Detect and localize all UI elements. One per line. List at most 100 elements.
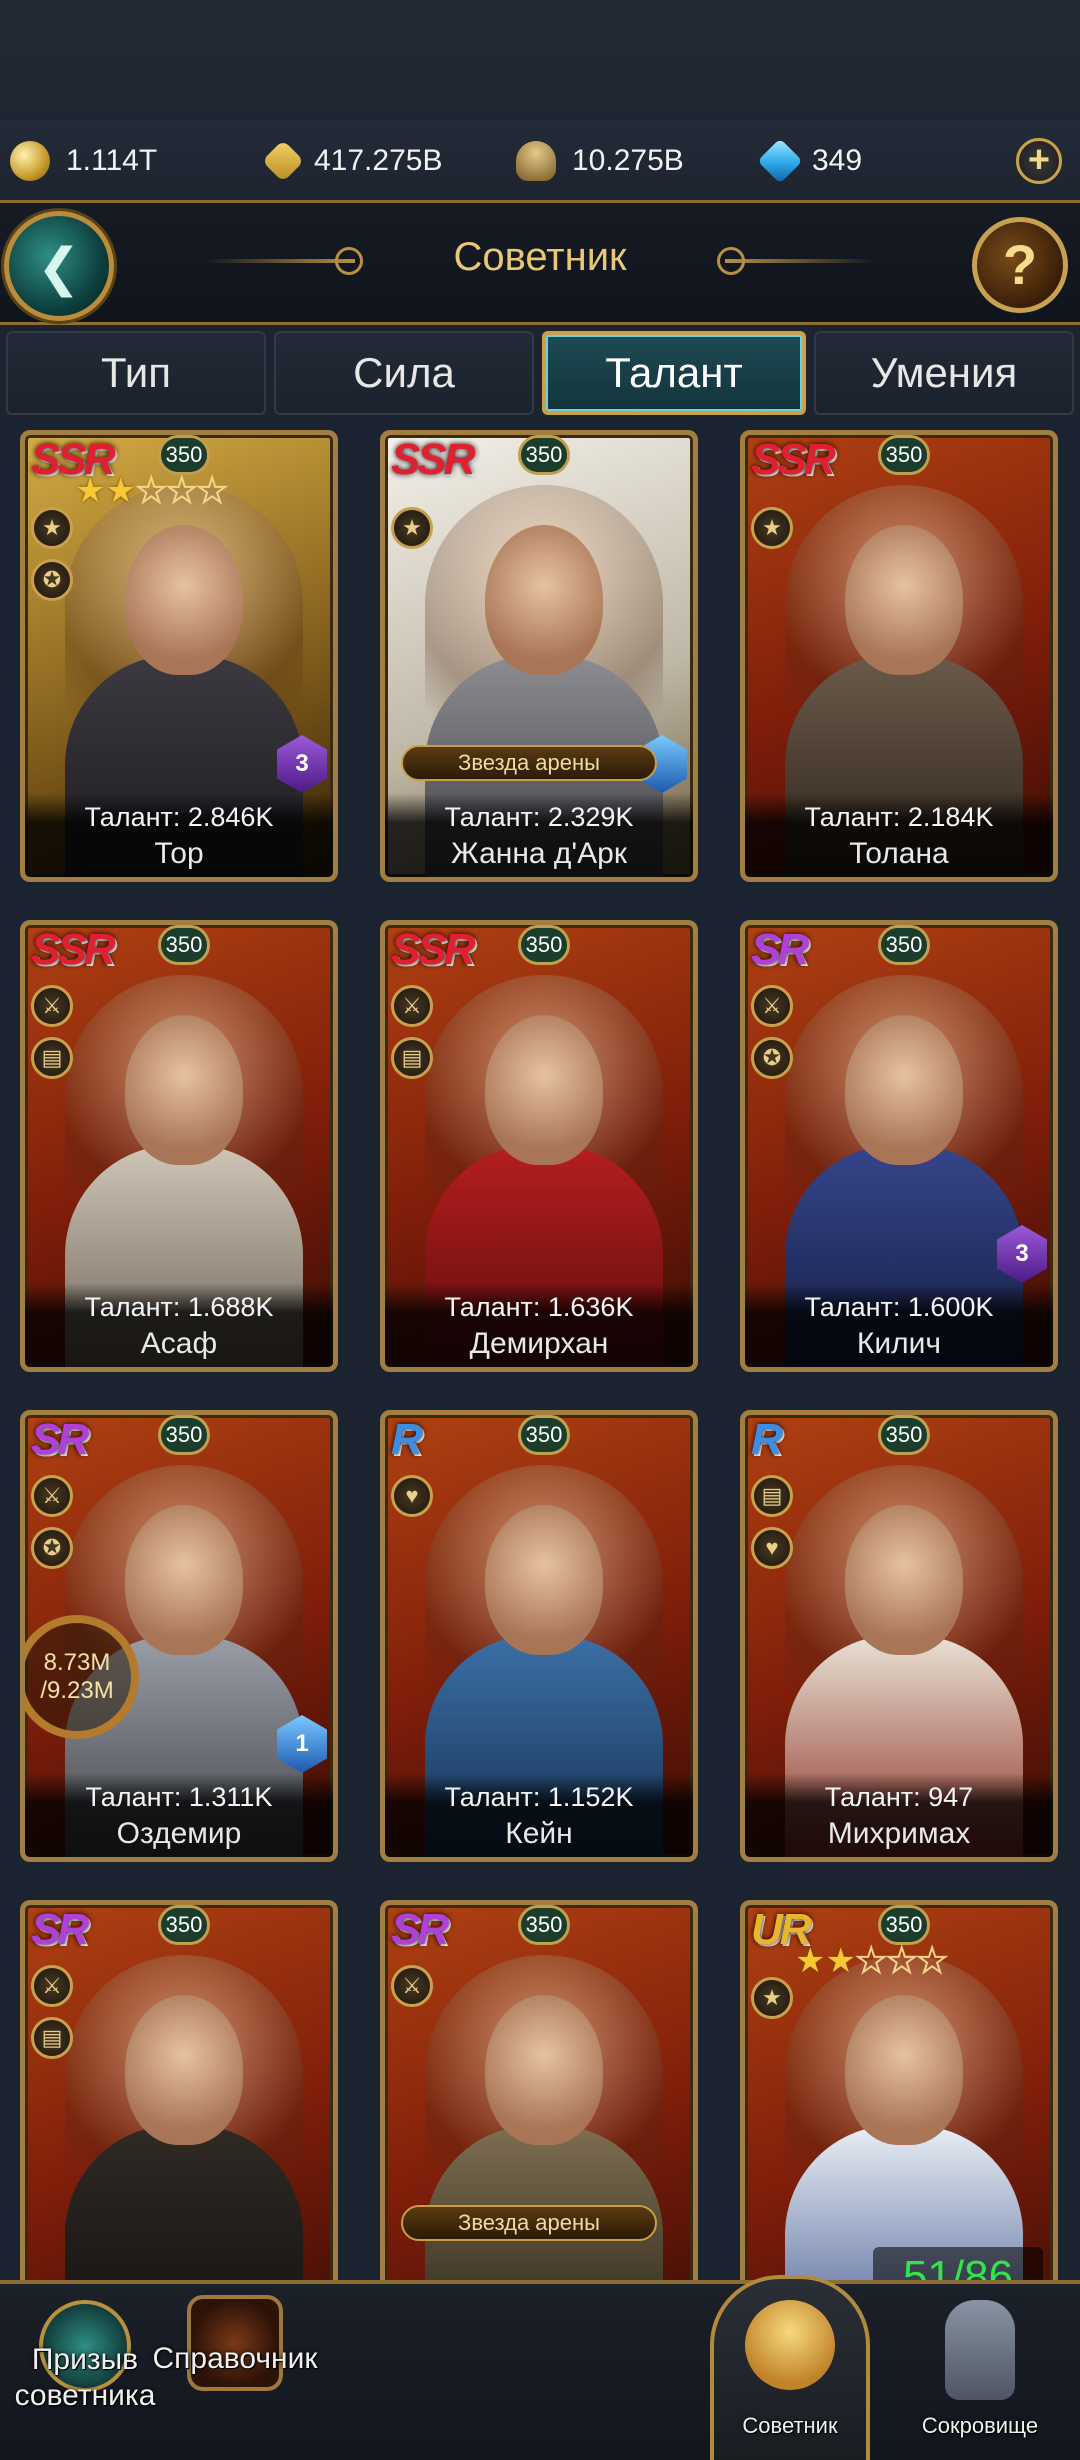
level-badge: 350 [158, 1905, 210, 1945]
star-skill-icon: ★ [751, 507, 793, 549]
talent-value: Талант: 2.846K [84, 802, 274, 832]
nav-codex[interactable]: Справочник [150, 2295, 320, 2391]
nav-treasure-label: Сокровище [921, 2413, 1039, 2438]
resource-gold: 1.114T [10, 120, 157, 202]
resource-food: 417.275B [261, 120, 443, 202]
level-badge: 350 [158, 925, 210, 965]
advisor-card[interactable]: R 350 ▤ ♥ Талант: 947 Михримах [740, 1410, 1058, 1862]
advisor-card[interactable]: SSR 350 ⚔ ▤ Талант: 1.636K Демирхан [380, 920, 698, 1372]
book-icon: ▤ [391, 1037, 433, 1079]
level-badge: 350 [518, 925, 570, 965]
advisor-card[interactable]: SR 350 ⚔ Звезда арены [380, 1900, 698, 2280]
advisor-card[interactable]: SR 350 ⚔ ▤ [20, 1900, 338, 2280]
advisor-card[interactable]: SR 350 ⚔ ✪ 3 Талант: 1.600K Килич [740, 920, 1058, 1372]
nav-codex-label: Справочник [152, 2342, 318, 2375]
rarity-badge: SSR [391, 435, 476, 484]
tab-talent[interactable]: Талант [542, 330, 806, 415]
helmet-icon [516, 141, 556, 181]
nav-summon[interactable]: Призыв советника [10, 2300, 160, 2414]
progress-total: /9.23M [40, 1677, 114, 1704]
portrait-face [125, 1015, 243, 1165]
emblem-icon: ✪ [31, 559, 73, 601]
talent-value: Талант: 1.688K [84, 1292, 274, 1322]
book-icon: ▤ [31, 1037, 73, 1079]
rarity-badge: R [391, 1415, 423, 1464]
coin-icon [10, 141, 50, 181]
level-badge: 350 [878, 435, 930, 475]
arena-star-tag: Звезда арены [401, 745, 657, 781]
soldiers-value: 10.275B [572, 144, 684, 177]
advisor-name: Оздемир [116, 1817, 242, 1850]
portrait-face [845, 1015, 963, 1165]
level-badge: 350 [878, 925, 930, 965]
star-skill-icon: ★ [751, 1977, 793, 2019]
portrait-face [125, 1505, 243, 1655]
swords-icon: ⚔ [31, 1965, 73, 2007]
progress-value: 8.73M [43, 1649, 111, 1676]
star-empty-icon: ★★★ [135, 471, 228, 511]
advisor-card[interactable]: R 350 ♥ Талант: 1.152K Кейн [380, 1410, 698, 1862]
add-gems-button[interactable]: + [1016, 138, 1062, 184]
resource-soldiers: 10.275B [516, 120, 684, 202]
swords-icon: ⚔ [751, 985, 793, 1027]
resource-bar: 1.114T 417.275B 10.275B 349 [0, 120, 1080, 202]
help-button[interactable]: ? [972, 217, 1068, 313]
advisor-card[interactable]: SSR 350 ★ Талант: 2.184K Толана [740, 430, 1058, 882]
tab-power[interactable]: Сила [274, 330, 534, 415]
swords-icon: ⚔ [31, 985, 73, 1027]
advisor-card[interactable]: SSR 350 ⚔ ▤ Талант: 1.688K Асаф [20, 920, 338, 1372]
nav-advisor[interactable]: Советник [715, 2300, 865, 2444]
advisor-name: Михримах [827, 1817, 971, 1850]
portrait-face [125, 1995, 243, 2145]
rarity-badge: SSR [751, 435, 836, 484]
star-rating: ★★★★★ [75, 471, 228, 511]
advisor-card[interactable]: SSR 350 ★★★★★ ★ ✪ 3 Талант: 2.846K Тор [20, 430, 338, 882]
portrait-face [845, 525, 963, 675]
rarity-badge: SSR [391, 925, 476, 974]
talent-value: Талант: 1.311K [85, 1782, 273, 1812]
advisor-name: Кейн [505, 1817, 573, 1850]
advisor-card[interactable]: SR 350 ⚔ ✪ 8.73M /9.23M 1 Талант: 1.311K… [20, 1410, 338, 1862]
star-rating: ★★★★★ [795, 1941, 948, 1981]
level-badge: 350 [518, 1415, 570, 1455]
rarity-badge: R [751, 1415, 783, 1464]
book-icon: ▤ [31, 2017, 73, 2059]
star-icon: ★★ [75, 472, 136, 510]
advisor-card[interactable]: UR 350 ★★★★★ ★ 51/86 [740, 1900, 1058, 2280]
level-badge: 350 [878, 1905, 930, 1945]
food-value: 417.275B [314, 144, 443, 177]
level-badge: 350 [158, 1415, 210, 1455]
tab-skills[interactable]: Умения [814, 330, 1074, 415]
fragment-counter: 51/86 [873, 2247, 1043, 2280]
advisor-grid: SSR 350 ★★★★★ ★ ✪ 3 Талант: 2.846K Тор S… [20, 430, 1060, 2280]
rarity-badge: SR [31, 1905, 89, 1954]
portrait-face [485, 1505, 603, 1655]
wheat-icon [261, 139, 305, 183]
rarity-badge: SR [31, 1415, 89, 1464]
level-badge: 350 [518, 435, 570, 475]
tab-type[interactable]: Тип [6, 330, 266, 415]
level-badge: 350 [518, 1905, 570, 1945]
rarity-badge: SR [391, 1905, 449, 1954]
talent-value: Талант: 2.184K [804, 802, 994, 832]
status-bar-area [0, 0, 1080, 120]
book-icon: ▤ [751, 1475, 793, 1517]
level-badge: 350 [158, 435, 210, 475]
portrait-face [125, 525, 243, 675]
arena-star-tag: Звезда арены [401, 2205, 657, 2241]
star-icon: ★★ [795, 1942, 856, 1980]
talent-value: Талант: 1.636K [444, 1292, 634, 1322]
nav-treasure[interactable]: Сокровище [900, 2300, 1060, 2444]
rarity-badge: SSR [31, 925, 116, 974]
advisor-name: Килич [856, 1327, 942, 1360]
emblem-icon: ✪ [31, 1527, 73, 1569]
advisor-card[interactable]: SSR 350 ★ Звезда арены Талант: 2.329K Жа… [380, 430, 698, 882]
talent-value: Талант: 1.600K [804, 1292, 994, 1322]
advisor-icon [745, 2300, 835, 2390]
gems-value: 349 [812, 144, 863, 177]
swords-icon: ⚔ [391, 985, 433, 1027]
heart-icon: ♥ [751, 1527, 793, 1569]
portrait-face [845, 1505, 963, 1655]
emblem-icon: ✪ [751, 1037, 793, 1079]
vase-icon [945, 2300, 1015, 2400]
